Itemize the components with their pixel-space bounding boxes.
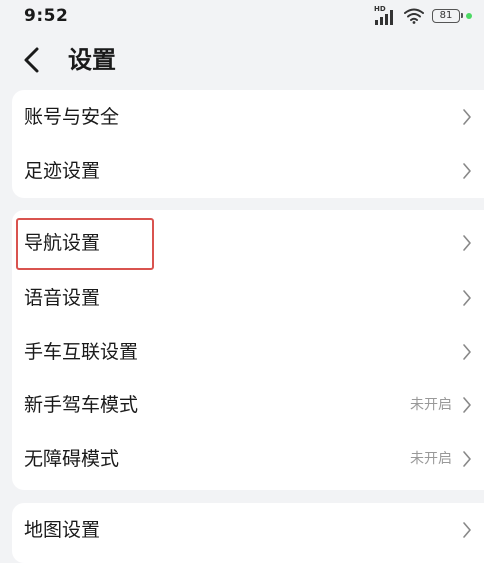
settings-row-account-security[interactable]: 账号与安全 [12, 90, 484, 144]
chevron-right-icon [463, 109, 471, 125]
battery-icon: 81 [432, 9, 463, 23]
row-label: 地图设置 [24, 519, 101, 541]
settings-row-navigation[interactable]: 导航设置 [12, 216, 484, 270]
chevron-right-icon [463, 163, 471, 179]
page-title: 设置 [68, 46, 116, 74]
settings-row-voice[interactable]: 语音设置 [12, 271, 484, 325]
row-label: 手车互联设置 [24, 341, 139, 363]
status-icons: HD 81 [374, 5, 472, 26]
battery-level: 81 [439, 10, 453, 21]
back-button[interactable] [22, 44, 54, 76]
charging-dot-icon [466, 13, 472, 19]
row-label: 足迹设置 [24, 160, 101, 182]
row-label: 无障碍模式 [24, 448, 120, 470]
chevron-right-icon [463, 290, 471, 306]
settings-group-map: 地图设置 [12, 503, 484, 563]
chevron-left-icon [24, 47, 39, 73]
status-time: 9:52 [24, 6, 69, 26]
row-status: 未开启 [410, 451, 452, 467]
chevron-right-icon [463, 235, 471, 251]
status-bar: 9:52 HD 81 [0, 0, 484, 34]
settings-row-novice-driving[interactable]: 新手驾车模式 未开启 [12, 378, 484, 432]
header: 设置 [0, 38, 484, 82]
chevron-right-icon [463, 451, 471, 467]
settings-row-accessibility[interactable]: 无障碍模式 未开启 [12, 432, 484, 486]
chevron-right-icon [463, 344, 471, 360]
signal-icon: HD [374, 5, 396, 25]
row-label: 新手驾车模式 [24, 394, 139, 416]
row-label: 语音设置 [24, 287, 101, 309]
settings-group-navigation: 导航设置 语音设置 手车互联设置 新手驾车模式 未开启 无障碍模式 未开启 [12, 210, 484, 490]
wifi-icon [404, 8, 424, 24]
chevron-right-icon [463, 397, 471, 413]
settings-row-footprint[interactable]: 足迹设置 [12, 144, 484, 198]
settings-row-phone-car-link[interactable]: 手车互联设置 [12, 325, 484, 379]
settings-row-map[interactable]: 地图设置 [12, 503, 484, 557]
row-label: 导航设置 [24, 232, 101, 254]
row-label: 账号与安全 [24, 106, 120, 128]
settings-group-account: 账号与安全 足迹设置 [12, 90, 484, 198]
chevron-right-icon [463, 522, 471, 538]
row-status: 未开启 [410, 397, 452, 413]
